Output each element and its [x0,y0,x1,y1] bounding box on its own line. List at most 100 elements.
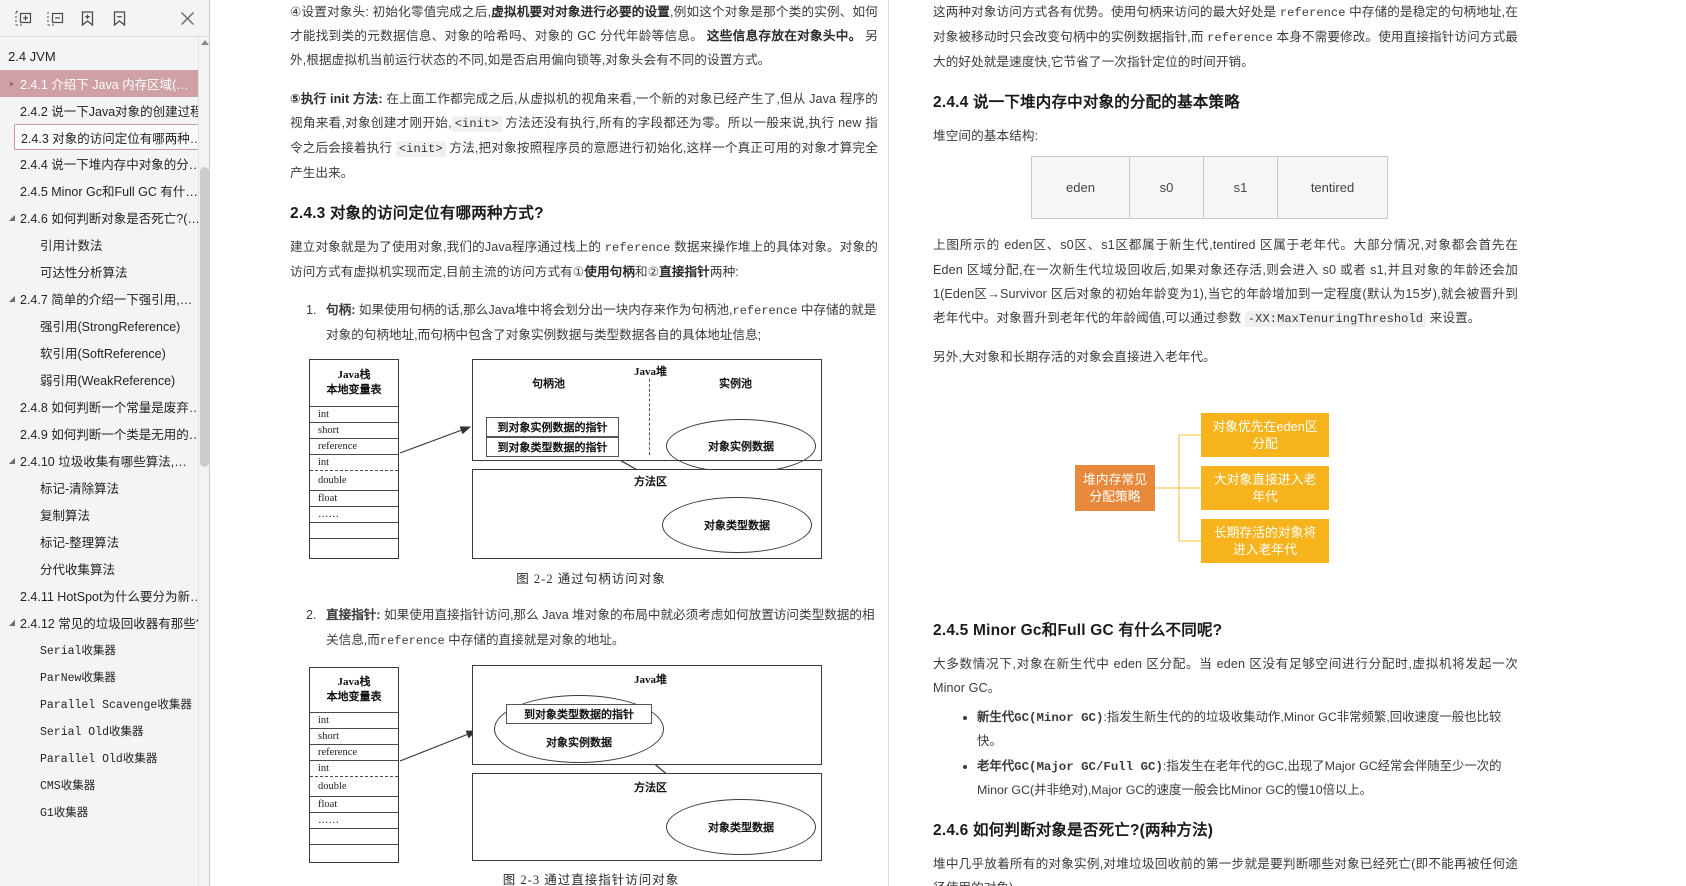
stack-cell: float [310,795,398,812]
instance-pool-label: 实例池 [719,378,752,391]
bookmark-item-label: Serial Old收集器 [40,725,144,739]
text-run-bold: ⑤执行 init 方法: [290,91,383,106]
bookmark-item-2[interactable]: 2.4.3 对象的访问定位有哪两种… [14,124,205,150]
heading-2-4-4: 2.4.4 说一下堆内存中对象的分配的基本策略 [933,94,1240,112]
bookmark-item-label: 标记-整理算法 [40,536,120,550]
bookmark-item-16[interactable]: 复制算法 [0,501,209,528]
stack-cell-reference: reference [310,438,398,454]
bookmark-item-6[interactable]: 引用计数法 [0,231,209,258]
java-heap-label: Java堆 [634,673,667,686]
bookmark-item-5[interactable]: ◢ 2.4.6 如何判断对象是否死亡?(… [0,204,209,231]
bookmark-tree[interactable]: 2.4 JVM ▸ 2.4.1 介绍下 Java 内存区域(… 2.4.2 说一下J… [0,37,209,886]
paragraph-big-objects: 另外,大对象和长期存活的对象会直接进入老年代。 [933,349,1216,364]
bookmark-item-15[interactable]: 标记-清除算法 [0,474,209,501]
bookmark-item-18[interactable]: 分代收集算法 [0,555,209,582]
stack-cell [310,827,398,844]
add-bookmark-icon[interactable] [74,6,100,30]
bookmark-item-label: 2.4.5 Minor Gc和Full GC 有什… [20,185,198,199]
bookmark-item-27[interactable]: G1收集器 [0,798,209,825]
text-run: 来设置。 [1426,310,1481,325]
text-run-bold: 虚拟机要对对象进行必要的设置 [491,5,671,19]
mindmap-node-line2: 分配 [1252,436,1278,452]
bookmark-item-label: 分代收集算法 [40,563,116,577]
chevron-down-icon[interactable]: ◢ [4,456,20,465]
bookmark-item-7[interactable]: 可达性分析算法 [0,258,209,285]
access-method-list-2: 直接指针: 如果使用直接指针访问,那么 Java 堆对象的布局中就必须考虑如何放… [290,603,878,652]
figure-2-2-caption: 图 2-2 通过句柄访问对象 [516,572,666,587]
bookmark-item-14[interactable]: ◢ 2.4.10 垃圾收集有哪些算法,… [0,447,209,474]
expand-all-icon[interactable] [10,6,36,30]
ellipse-instance-label: 对象实例数据 [546,736,612,749]
stack-title-line2: 本地变量表 [326,384,382,397]
bookmark-item-label: 2.4.8 如何判断一个常量是废弃… [20,401,202,415]
pointer-to-instance-data: 到对象实例数据的指针 [486,417,619,438]
document-column-left: ④设置对象头: 初始化零值完成之后,虚拟机要对对象进行必要的设置,例如这个对象是… [290,0,888,886]
sidebar-scrollbar[interactable] [198,37,209,886]
code-init-2: <init> [395,140,446,157]
bookmark-item-25[interactable]: Parallel Old收集器 [0,744,209,771]
bookmark-item-26[interactable]: CMS收集器 [0,771,209,798]
close-icon[interactable] [177,8,197,28]
mindmap-node-line2: 年代 [1252,489,1278,505]
scrollbar-thumb[interactable] [200,167,209,467]
bookmark-item-label: 引用计数法 [40,239,103,253]
bookmark-item-label: 2.4.10 垃圾收集有哪些算法,… [20,455,187,469]
paragraph-object-access: 建立对象就是为了使用对象,我们的Java程序通过栈上的 reference 数据… [290,235,878,284]
bookmark-item-11[interactable]: 弱引用(WeakReference) [0,366,209,393]
chevron-down-icon[interactable]: ◢ [4,294,20,303]
bookmark-item-20[interactable]: ◢ 2.4.12 常见的垃圾回收器有那些? [0,609,209,636]
bookmark-item-21[interactable]: Serial收集器 [0,636,209,663]
bookmark-item-1[interactable]: 2.4.2 说一下Java对象的创建过程 [0,97,209,124]
bookmark-item-10[interactable]: 软引用(SoftReference) [0,339,209,366]
ellipse-object-instance-data: 到对象类型数据的指针 对象实例数据 [494,694,664,763]
bookmark-item-12[interactable]: 2.4.8 如何判断一个常量是废弃… [0,393,209,420]
chevron-down-icon[interactable]: ◢ [4,213,20,222]
bookmark-item-23[interactable]: Parallel Scavenge收集器 [0,690,209,717]
pointer-to-type-data: 到对象类型数据的指针 [506,703,652,724]
stack-cell [310,538,398,556]
bookmark-item-label: 2.4.3 对象的访问定位有哪两种… [21,131,203,146]
text-run: 中存储的直接就是对象的地址。 [444,632,625,647]
stack-cell [310,522,398,538]
bookmark-item-24[interactable]: Serial Old收集器 [0,717,209,744]
mindmap-node-line1: 对象优先在eden区 [1212,418,1318,434]
remove-bookmark-icon[interactable] [106,6,132,30]
bookmark-item-4[interactable]: 2.4.5 Minor Gc和Full GC 有什… [0,177,209,204]
diagram-2-2: Java栈 本地变量表 int short reference int doub… [304,357,824,562]
bookmark-item-8[interactable]: ◢ 2.4.7 简单的介绍一下强引用,… [0,285,209,312]
stack-cell: short [310,422,398,438]
heap-divider [649,379,650,456]
collapse-all-icon[interactable] [42,6,68,30]
figure-direct-pointer-access: Java栈 本地变量表 int short reference int doub… [304,663,878,886]
code-reference: reference [1279,6,1346,20]
paragraph-heap-structure: 堆空间的基本结构: [933,129,1039,144]
bookmark-item-22[interactable]: ParNew收集器 [0,663,209,690]
list-item: 老年代GC(Major GC/Full GC):指发生在老年代的GC,出现了Ma… [977,755,1518,802]
bookmark-item-label: 2.4.2 说一下Java对象的创建过程 [20,105,203,119]
bullet-title-minor-gc: 新生代GC(Minor GC) [977,711,1104,726]
table-row: eden s0 s1 tentired [1031,156,1388,220]
text-run: 如果使用句柄的话,那么Java堆中将会划分出一块内存来作为句柄池, [355,303,733,318]
bookmark-item-0[interactable]: ▸ 2.4.1 介绍下 Java 内存区域(… [0,70,209,97]
bookmark-item-label: 可达性分析算法 [40,266,128,280]
list-item: 新生代GC(Minor GC):指发生新生代的的垃圾收集动作,Minor GC非… [977,706,1518,753]
paragraph-region-explanation: 上图所示的 eden区、s0区、s1区都属于新生代,tentired 区属于老年… [933,233,1518,331]
chevron-right-icon[interactable]: ▸ [4,79,20,88]
scroll-up-arrow-icon[interactable] [201,40,209,45]
bookmark-sidebar: 2.4 JVM ▸ 2.4.1 介绍下 Java 内存区域(… 2.4.2 说一下J… [0,0,210,886]
bookmark-item-label: CMS收集器 [40,779,96,793]
bookmark-item-19[interactable]: 2.4.11 HotSpot为什么要分为新… [0,582,209,609]
bookmark-item-label: ParNew收集器 [40,671,116,685]
code-reference: reference [604,240,671,255]
stack-cell: int [310,406,398,422]
bookmark-item-13[interactable]: 2.4.9 如何判断一个类是无用的… [0,420,209,447]
chevron-down-icon[interactable]: ◢ [4,618,20,627]
stack-cell: int [310,711,398,728]
bookmark-item-9[interactable]: 强引用(StrongReference) [0,312,209,339]
bookmark-root-item[interactable]: 2.4 JVM [0,43,209,70]
bookmark-item-label: 复制算法 [40,509,91,523]
bookmark-item-label: 2.4.7 简单的介绍一下强引用,… [20,293,193,307]
code-reference: reference [379,633,445,648]
bookmark-item-3[interactable]: 2.4.4 说一下堆内存中对象的分… [0,150,209,177]
bookmark-item-17[interactable]: 标记-整理算法 [0,528,209,555]
